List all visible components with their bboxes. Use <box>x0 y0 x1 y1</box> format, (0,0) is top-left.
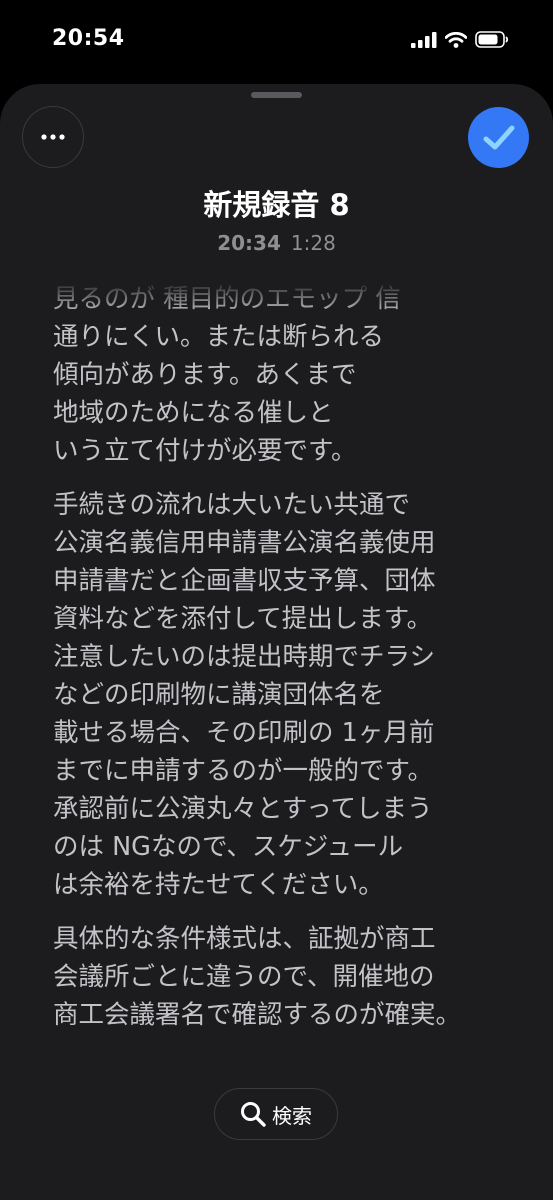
transcript-line: 公演名義信用申請書公演名義使用 <box>53 528 436 558</box>
transcript-line: などの印刷物に講演団体名を <box>53 680 385 710</box>
transcript-line: までに申請するのが一般的です。 <box>53 756 433 786</box>
transcript-line: 載せる場合、その印刷の 1ヶ月前 <box>53 718 435 748</box>
transcript-line: 地域のためになる催しと <box>53 398 334 428</box>
recording-sheet: 新規録音 8 20:34 1:28 見るのが 種目的のエモップ 信 通りにくい。ま… <box>0 84 553 1200</box>
transcript-line: 具体的な条件様式は、証拠が商工 <box>53 924 436 954</box>
transcript-paragraph: 通りにくい。または断られる 傾向があります。あくまで 地域のためになる催しと い… <box>53 318 523 470</box>
transcript-paragraph: 具体的な条件様式は、証拠が商工 会議所ごとに違うので、開催地の 商工会議署名で確… <box>53 920 523 1034</box>
search-button-label: 検索 <box>272 1103 312 1128</box>
transcript-line: のは NGなので、スケジュール <box>53 832 404 862</box>
recording-duration: 1:28 <box>290 231 336 255</box>
recording-title: 新規録音 8 <box>203 188 350 222</box>
transcript-line: 資料などを添付して提出します。 <box>53 604 433 634</box>
status-time: 20:54 <box>52 26 125 51</box>
sheet-grabber[interactable] <box>251 92 302 98</box>
transcript-line: 申請書だと企画書収支予算、団体 <box>53 566 436 596</box>
status-icons <box>411 31 509 48</box>
more-options-button[interactable] <box>22 106 84 168</box>
transcript-line: 会議所ごとに違うので、開催地の <box>53 962 435 992</box>
wifi-icon <box>445 31 467 48</box>
transcript-line: 承認前に公演丸々とすってしまう <box>53 794 433 824</box>
checkmark-icon <box>483 125 514 149</box>
magnifier-icon <box>241 1102 266 1127</box>
search-button[interactable]: 検索 <box>214 1088 338 1140</box>
transcript-text: 見るのが 種目的のエモップ 信 通りにくい。または断られる 傾向があります。あく… <box>53 280 523 1090</box>
ellipsis-icon <box>41 134 65 140</box>
cellular-signal-icon <box>411 31 437 48</box>
transcript-partial-line: 見るのが 種目的のエモップ 信 <box>53 284 401 314</box>
transcript-line: 通りにくい。または断られる <box>53 322 384 352</box>
recording-time: 20:34 <box>217 231 281 255</box>
status-bar: 20:54 <box>0 0 553 84</box>
transcript-paragraph: 手続きの流れは大いたい共通で 公演名義信用申請書公演名義使用 申請書だと企画書収… <box>53 486 523 904</box>
transcript-line: 注意したいのは提出時期でチラシ <box>53 642 435 672</box>
battery-icon <box>475 31 509 48</box>
done-button[interactable] <box>468 107 529 168</box>
transcript-line: は余裕を持たせてください。 <box>53 870 384 900</box>
transcript-line: 手続きの流れは大いたい共通で <box>53 490 411 520</box>
transcript-line: 商工会議署名で確認するのが確実。 <box>53 1000 462 1030</box>
transcript-line: 傾向があります。あくまで <box>53 360 357 390</box>
transcript-line: いう立て付けが必要です。 <box>53 436 357 466</box>
recording-meta: 20:34 1:28 <box>0 231 553 255</box>
